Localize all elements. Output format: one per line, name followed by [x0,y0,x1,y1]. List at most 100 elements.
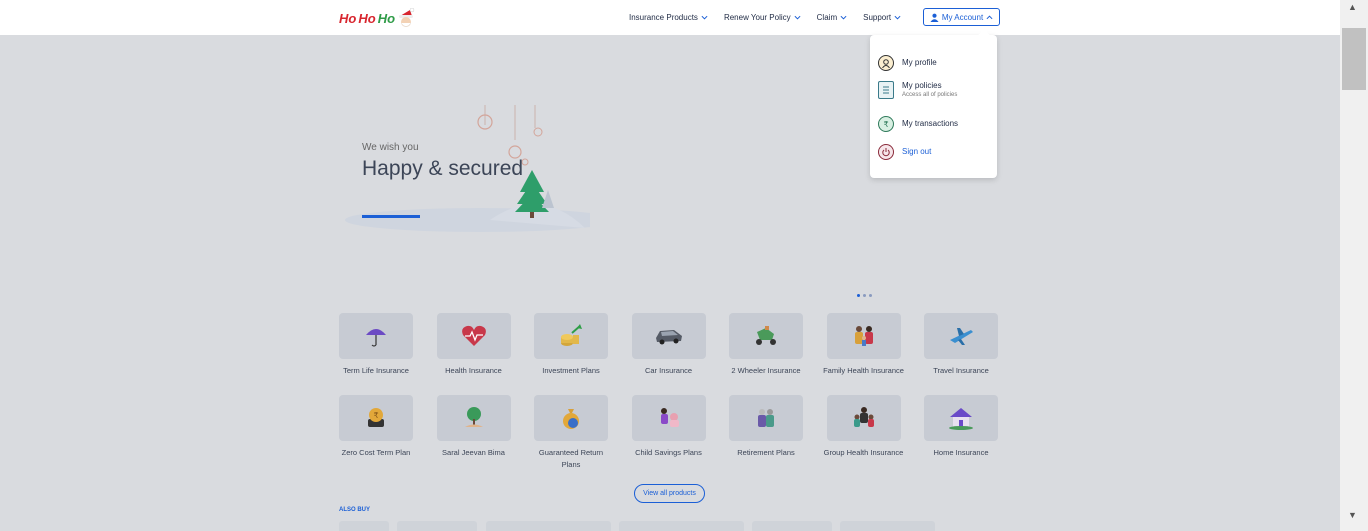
money-bag-icon [563,409,579,429]
group-icon [853,407,874,427]
scroll-down-arrow-icon[interactable]: ▼ [1348,510,1357,520]
product-label: Term Life Insurance [343,366,409,375]
product-label: Home Insurance [933,448,989,457]
elderly-couple-icon [758,409,774,427]
account-dropdown: My profile My policies Access all of pol… [870,29,997,178]
product-label: Family Health Insurance [823,366,904,375]
product-tile [339,313,413,359]
product-retirement[interactable]: Retirement Plans [729,395,803,477]
carousel-dot[interactable] [869,294,872,297]
scooter-icon [756,326,776,345]
also-buy-heading: ALSO BUY [339,507,371,513]
profile-icon [878,55,894,71]
nav-renew-policy[interactable]: Renew Your Policy [724,13,801,22]
svg-text:₹: ₹ [883,120,888,129]
product-label: Investment Plans [542,366,600,375]
also-buy-card[interactable] [486,521,611,531]
carousel-dots [857,294,872,297]
my-account-button[interactable]: My Account [923,8,1000,26]
product-investment[interactable]: Investment Plans [534,313,608,395]
product-home[interactable]: Home Insurance [924,395,998,477]
coin-stack-icon: ₹ [368,408,384,427]
family-icon [854,326,873,346]
menu-item-my-transactions[interactable]: ₹ My transactions [878,116,958,132]
product-label: Car Insurance [644,366,693,375]
carousel-dot[interactable] [857,294,860,297]
product-label: Retirement Plans [737,448,795,457]
scroll-up-arrow-icon[interactable]: ▲ [1348,2,1357,12]
chevron-down-icon [794,15,801,20]
products-grid: Term Life Insurance Health Insurance Inv… [339,313,998,477]
product-health[interactable]: Health Insurance [436,313,511,395]
product-label: Health Insurance [445,366,502,375]
menu-item-my-profile[interactable]: My profile [878,55,937,71]
product-travel[interactable]: Travel Insurance [924,313,998,395]
also-buy-card[interactable] [339,521,389,531]
product-car[interactable]: Car Insurance [631,313,706,395]
hero-subtitle: We wish you [362,142,419,153]
product-label: Travel Insurance [933,366,989,375]
product-term-life[interactable]: Term Life Insurance [339,313,413,395]
menu-item-my-policies[interactable]: My policies Access all of policies [878,81,957,100]
chevron-down-icon [701,15,708,20]
product-zero-cost-term[interactable]: ₹ Zero Cost Term Plan [339,395,413,477]
product-family-health[interactable]: Family Health Insurance [823,313,904,395]
scrollbar-thumb[interactable] [1342,28,1366,90]
plane-icon [950,328,973,345]
product-label: Group Health Insurance [823,448,904,457]
product-tile [729,313,803,359]
product-label: Child Savings Plans [635,448,702,457]
view-all-products-button[interactable]: View all products [634,484,705,503]
menu-item-label: My policies [902,81,942,90]
house-icon [949,408,973,430]
product-tile [826,395,901,441]
nav-label: Renew Your Policy [723,13,791,22]
logo[interactable]: Ho Ho Ho [339,8,415,28]
umbrella-icon [366,329,386,347]
site-header: Ho Ho Ho Insurance Products Renew Your Pol… [0,0,1340,35]
product-label: Guaranteed Return Plans [538,448,604,469]
heart-icon [461,325,486,346]
product-label: Zero Cost Term Plan [341,448,411,457]
product-saral-jeevan-bima[interactable]: Saral Jeevan Bima [436,395,511,477]
product-tile [436,313,511,359]
product-tile [534,395,608,441]
power-icon [878,144,894,160]
nav-support[interactable]: Support [863,13,901,22]
product-child-savings[interactable]: Child Savings Plans [631,395,706,477]
product-tile [631,313,706,359]
policies-icon [878,81,894,99]
chevron-up-icon [986,14,993,19]
nav-claim[interactable]: Claim [817,13,847,22]
chevron-down-icon [894,15,901,20]
account-label: My Account [941,12,984,22]
product-tile [826,313,901,359]
child-icon [660,408,679,427]
nav-label: Claim [816,13,838,22]
carousel-dot[interactable] [863,294,866,297]
product-label: Saral Jeevan Bima [442,448,505,457]
product-tile [631,395,706,441]
transactions-icon: ₹ [878,116,894,132]
menu-item-label: Sign out [902,147,932,156]
product-tile [924,313,998,359]
product-group-health[interactable]: Group Health Insurance [824,395,903,477]
also-buy-card[interactable] [397,521,477,531]
also-buy-card[interactable] [752,521,832,531]
santa-icon [399,8,415,27]
product-two-wheeler[interactable]: 2 Wheeler Insurance [729,313,803,395]
product-tile: ₹ [339,395,413,441]
also-buy-card[interactable] [619,521,744,531]
nav-insurance-products[interactable]: Insurance Products [629,13,708,22]
user-icon [930,13,939,22]
also-buy-card[interactable] [840,521,935,531]
hero-title: Happy & secured [362,157,524,180]
page-body: Ho Ho Ho Insurance Products Renew Your Pol… [0,0,1340,531]
product-guaranteed-return[interactable]: Guaranteed Return Plans [534,395,608,477]
product-tile [534,313,608,359]
menu-item-label: My transactions [902,119,959,128]
menu-item-sign-out[interactable]: Sign out [878,144,931,160]
nav-label: Support [863,13,892,22]
tree-icon [464,407,483,427]
chevron-down-icon [840,15,847,20]
